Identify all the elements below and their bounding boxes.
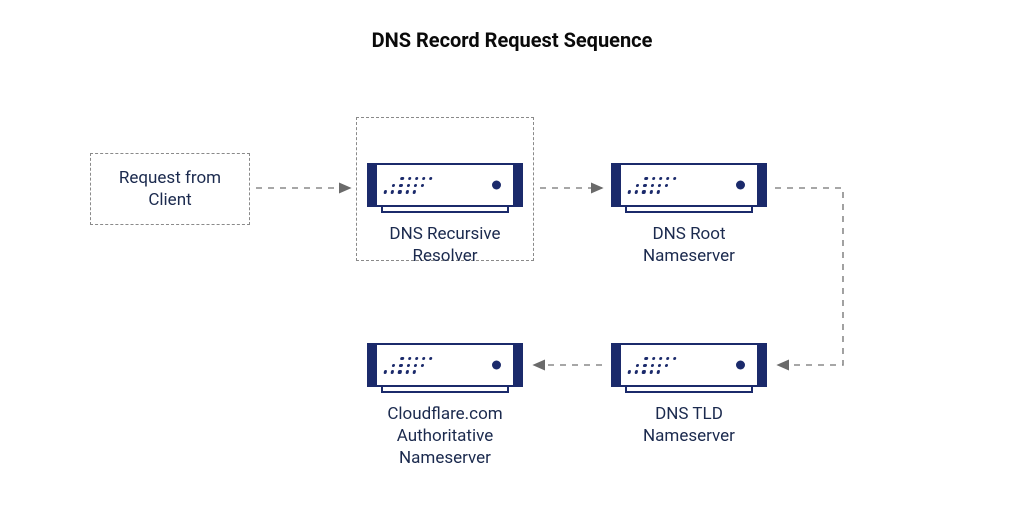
server-icon (611, 343, 767, 387)
client-request-box: Request fromClient (90, 153, 250, 225)
server-vents-icon (629, 345, 675, 385)
server-led-icon (492, 181, 501, 190)
server-authoritative-nameserver: Cloudflare.comAuthoritativeNameserver (367, 343, 523, 469)
arrow-root-to-tld (775, 188, 843, 365)
server-label: DNS TLDNameserver (611, 403, 767, 447)
client-request-label: Request fromClient (119, 167, 221, 211)
server-vents-icon (385, 345, 431, 385)
server-led-icon (736, 181, 745, 190)
server-label: DNS RecursiveResolver (367, 223, 523, 267)
server-icon (367, 343, 523, 387)
server-icon (367, 163, 523, 207)
server-vents-icon (629, 165, 675, 205)
server-tld-nameserver: DNS TLDNameserver (611, 343, 767, 447)
server-label: DNS RootNameserver (611, 223, 767, 267)
server-led-icon (736, 361, 745, 370)
server-recursive-resolver: DNS RecursiveResolver (367, 163, 523, 267)
server-vents-icon (385, 165, 431, 205)
diagram-stage: DNS Record Request Sequence Request from… (0, 0, 1024, 528)
server-root-nameserver: DNS RootNameserver (611, 163, 767, 267)
server-led-icon (492, 361, 501, 370)
server-icon (611, 163, 767, 207)
diagram-title: DNS Record Request Sequence (0, 28, 1024, 52)
server-label: Cloudflare.comAuthoritativeNameserver (367, 403, 523, 469)
